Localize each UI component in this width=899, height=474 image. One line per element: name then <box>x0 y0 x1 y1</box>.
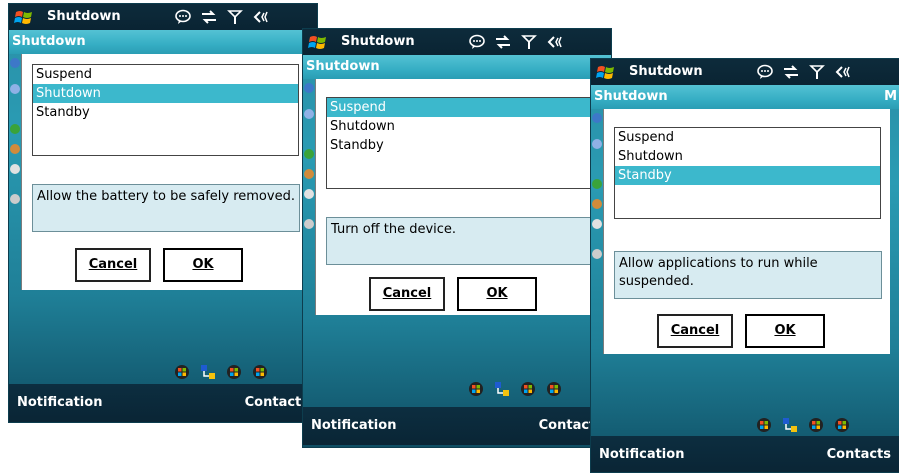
volume-icon[interactable] <box>546 33 564 51</box>
app-title: Shutdown <box>629 64 703 79</box>
screen-2: Shutdown Shutdown Suspend Shutdown Stand… <box>302 28 612 448</box>
softkey-bar: Notification Contacts <box>303 407 611 445</box>
message-icon[interactable] <box>756 63 774 81</box>
option-shutdown[interactable]: Shutdown <box>615 147 880 166</box>
shutdown-option-list[interactable]: Suspend Shutdown Standby <box>326 97 593 189</box>
screen-1: Shutdown Shutdown Suspend Shutdown Stand… <box>8 3 318 423</box>
windows-start-icon[interactable] <box>174 364 190 380</box>
status-icons <box>174 6 270 28</box>
windows-start-icon[interactable] <box>756 417 772 433</box>
dialog-title: Shutdown <box>303 55 611 79</box>
sync-icon[interactable] <box>494 33 512 51</box>
background-icons <box>303 79 315 299</box>
cancel-button[interactable]: Cancel <box>75 248 151 282</box>
dialog-title: Shutdown M <box>591 85 899 109</box>
shutdown-dialog: Suspend Shutdown Standby Allow the batte… <box>21 54 308 290</box>
status-icons <box>756 61 852 83</box>
volume-icon[interactable] <box>834 63 852 81</box>
message-icon[interactable] <box>468 33 486 51</box>
windows-start-icon[interactable] <box>834 417 850 433</box>
windows-start-icon[interactable] <box>596 62 616 82</box>
cancel-label: Cancel <box>88 257 138 272</box>
cancel-button[interactable]: Cancel <box>657 314 733 348</box>
network-icon[interactable] <box>782 417 798 433</box>
cancel-label: Cancel <box>382 286 432 301</box>
screen-3: Shutdown Shutdown M Suspend Shutdown Sta… <box>590 58 899 473</box>
windows-start-icon[interactable] <box>308 32 328 52</box>
volume-icon[interactable] <box>252 8 270 26</box>
background-icons <box>591 109 603 329</box>
signal-icon[interactable] <box>520 33 538 51</box>
notification-softkey[interactable]: Notification <box>311 418 396 433</box>
windows-start-icon[interactable] <box>14 7 34 27</box>
shutdown-option-list[interactable]: Suspend Shutdown Standby <box>614 127 881 219</box>
option-suspend[interactable]: Suspend <box>33 65 298 84</box>
signal-icon[interactable] <box>226 8 244 26</box>
shutdown-option-list[interactable]: Suspend Shutdown Standby <box>32 64 299 156</box>
option-suspend[interactable]: Suspend <box>327 98 592 117</box>
windows-start-icon[interactable] <box>546 381 562 397</box>
tray-icons <box>468 381 562 397</box>
background-icons <box>9 54 21 274</box>
ok-label: OK <box>486 286 508 301</box>
windows-start-icon[interactable] <box>808 417 824 433</box>
title-bar: Shutdown <box>303 29 611 55</box>
notification-softkey[interactable]: Notification <box>17 395 102 410</box>
option-description: Turn off the device. <box>326 217 594 265</box>
windows-start-icon[interactable] <box>226 364 242 380</box>
sync-icon[interactable] <box>200 8 218 26</box>
tray-icons <box>174 364 268 380</box>
ok-button[interactable]: OK <box>163 248 243 282</box>
softkey-bar: Notification Contacts <box>591 436 899 472</box>
dialog-title: Shutdown <box>9 30 317 54</box>
network-icon[interactable] <box>200 364 216 380</box>
shutdown-dialog: Suspend Shutdown Standby Allow applicati… <box>603 109 890 354</box>
app-title: Shutdown <box>47 9 121 24</box>
windows-start-icon[interactable] <box>252 364 268 380</box>
app-title: Shutdown <box>341 34 415 49</box>
windows-start-icon[interactable] <box>468 381 484 397</box>
contacts-softkey[interactable]: Contacts <box>827 447 891 462</box>
ok-button[interactable]: OK <box>457 277 537 311</box>
tray-icons <box>756 417 850 433</box>
title-bar: Shutdown <box>591 59 899 85</box>
cancel-button[interactable]: Cancel <box>369 277 445 311</box>
option-description: Allow the battery to be safely removed. <box>32 184 300 232</box>
option-description: Allow applications to run while suspende… <box>614 251 882 299</box>
network-icon[interactable] <box>494 381 510 397</box>
ok-button[interactable]: OK <box>745 314 825 348</box>
option-standby[interactable]: Standby <box>327 136 592 155</box>
dialog-title-text: Shutdown <box>594 89 668 104</box>
option-shutdown[interactable]: Shutdown <box>33 84 298 103</box>
sync-icon[interactable] <box>782 63 800 81</box>
ok-label: OK <box>774 323 796 338</box>
ok-label: OK <box>192 257 214 272</box>
cancel-label: Cancel <box>670 323 720 338</box>
dialog-title-suffix: M <box>884 89 897 104</box>
signal-icon[interactable] <box>808 63 826 81</box>
option-standby[interactable]: Standby <box>33 103 298 122</box>
option-suspend[interactable]: Suspend <box>615 128 880 147</box>
windows-start-icon[interactable] <box>520 381 536 397</box>
title-bar: Shutdown <box>9 4 317 30</box>
notification-softkey[interactable]: Notification <box>599 447 684 462</box>
shutdown-dialog: Suspend Shutdown Standby Turn off the de… <box>315 79 602 315</box>
option-shutdown[interactable]: Shutdown <box>327 117 592 136</box>
option-standby[interactable]: Standby <box>615 166 880 185</box>
contacts-softkey[interactable]: Contacts <box>245 395 309 410</box>
softkey-bar: Notification Contacts <box>9 384 317 422</box>
message-icon[interactable] <box>174 8 192 26</box>
status-icons <box>468 31 564 53</box>
